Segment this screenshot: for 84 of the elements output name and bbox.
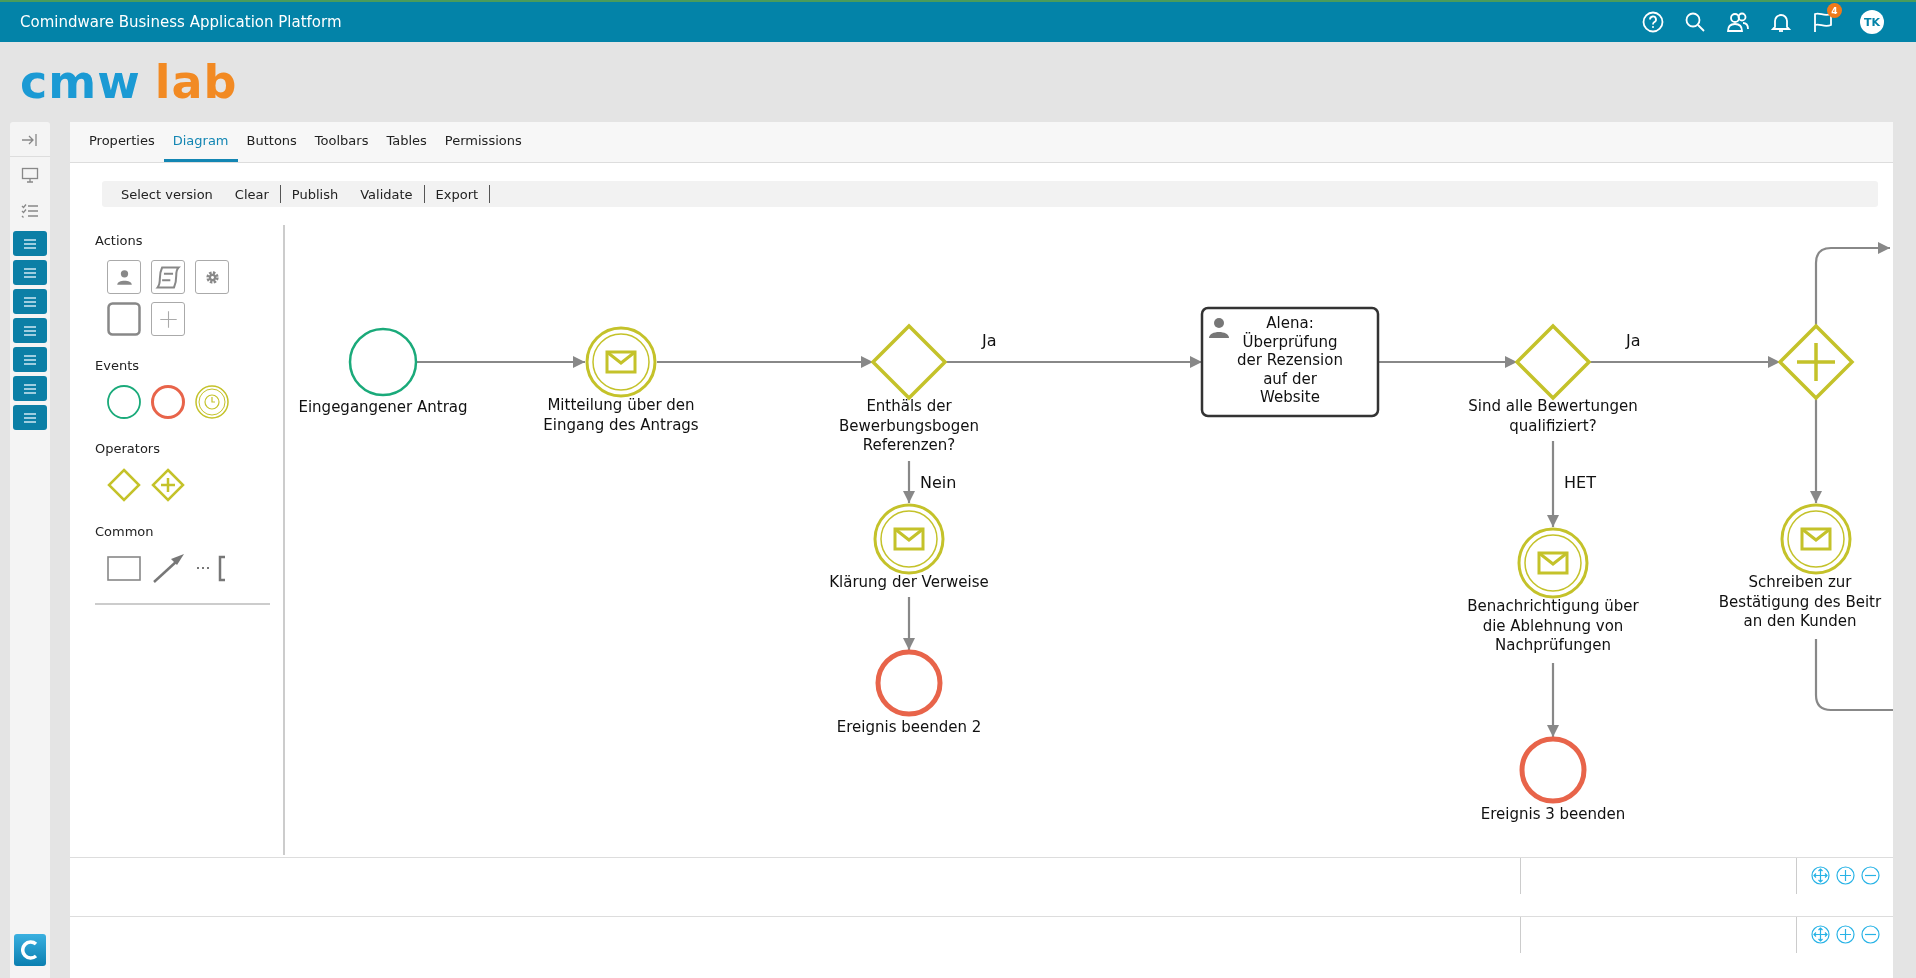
menu-icon — [23, 412, 37, 423]
flow-label: Ja — [982, 331, 997, 350]
start-event-circle[interactable] — [107, 385, 141, 419]
section-title: Common — [95, 524, 155, 539]
plus-button[interactable] — [151, 302, 185, 336]
gear-button[interactable] — [195, 260, 229, 294]
flow-arrow — [903, 597, 915, 650]
zoom-out-icon[interactable] — [1861, 925, 1880, 944]
node-label: Klärung der Verweise — [829, 573, 989, 591]
pan-icon[interactable] — [1811, 866, 1830, 885]
zoom-in-icon[interactable] — [1836, 925, 1855, 944]
message-event-icon — [1780, 503, 1852, 575]
bell-icon[interactable] — [1770, 11, 1792, 33]
menu-icon — [23, 238, 37, 249]
menu-button[interactable] — [13, 260, 47, 285]
section-title: Events — [95, 358, 140, 373]
end-event-circle — [1519, 736, 1587, 804]
logo-text: cmw — [20, 55, 141, 109]
users-icon[interactable] — [1726, 11, 1750, 33]
node-label: Benachrichtigung über die Ablehnung von Nachprüfungen — [1467, 597, 1639, 654]
tab[interactable]: Tables — [377, 122, 436, 162]
node-label: Ereignis 3 beenden — [1480, 805, 1626, 823]
flow-arrow — [903, 461, 915, 503]
flow-label: Nein — [920, 473, 957, 492]
tab[interactable]: Diagram — [163, 122, 238, 162]
task-shape-button[interactable] — [107, 302, 141, 336]
timer-event-icon[interactable] — [195, 385, 229, 419]
menu-icon — [23, 325, 37, 336]
message-event-icon — [1517, 527, 1589, 599]
search-icon[interactable] — [1684, 11, 1706, 33]
toolbar-button[interactable]: Export — [424, 185, 491, 203]
app-launcher-button[interactable] — [14, 934, 46, 966]
message-event-icon — [585, 326, 657, 398]
menu-icon — [23, 354, 37, 365]
node-label: Schreiben zur Bestätigung des Beitr an den Kunden — [1718, 573, 1882, 630]
node-label: Mitteilung über den Eingang des Antrags — [543, 396, 699, 434]
menu-icon — [23, 296, 37, 307]
toolbar-button[interactable]: Publish — [280, 185, 350, 203]
menu-icon — [23, 267, 37, 278]
collapse-icon[interactable] — [21, 132, 39, 148]
menu-button[interactable] — [13, 289, 47, 314]
c-logo-icon — [21, 940, 39, 960]
zoom-in-icon[interactable] — [1836, 866, 1855, 885]
flow-label: НЕТ — [1564, 473, 1596, 492]
toolbar-button[interactable]: Clear — [223, 185, 281, 203]
user-avatar[interactable]: TK — [1860, 10, 1884, 34]
node-label: Eingegangener Antrag — [298, 398, 468, 416]
node-label: Sind alle Bewertungen qualifiziert? — [1468, 397, 1638, 435]
flow-label: Ja — [1626, 331, 1641, 350]
section-title: Actions — [95, 233, 144, 248]
toolbar-button[interactable]: Select version — [110, 185, 224, 203]
tab[interactable]: Properties — [80, 122, 164, 162]
notification-badge: 4 — [1827, 3, 1842, 18]
menu-button[interactable] — [13, 347, 47, 372]
parallel-gateway-diamond[interactable] — [151, 468, 185, 502]
person-button[interactable] — [107, 260, 141, 294]
node-label: Ereignis beenden 2 — [836, 718, 982, 736]
checklist-icon[interactable] — [21, 203, 39, 219]
menu-button[interactable] — [13, 318, 47, 343]
menu-button[interactable] — [13, 231, 47, 256]
node-label: Enthäls der Bewerbungsbogen Referenzen? — [839, 397, 979, 454]
start-event-circle — [348, 327, 418, 397]
app-title: Comindware Business Application Platform — [20, 13, 343, 31]
person-icon — [1209, 318, 1229, 338]
gateway-diamond[interactable] — [107, 468, 141, 502]
end-event-circle[interactable] — [151, 385, 185, 419]
toolbar-button[interactable]: Validate — [349, 185, 425, 203]
monitor-icon[interactable] — [21, 167, 39, 183]
message-event-icon — [873, 503, 945, 575]
tab[interactable]: Toolbars — [305, 122, 378, 162]
end-event-circle — [875, 649, 943, 717]
task-label: Alena: Überprüfung der Rezension auf der Website — [1237, 314, 1343, 406]
pan-icon[interactable] — [1811, 925, 1830, 944]
arrow-shape-icon[interactable] — [151, 551, 185, 585]
zoom-out-icon[interactable] — [1861, 866, 1880, 885]
scroll-button[interactable] — [151, 260, 185, 294]
section-title: Operators — [95, 441, 161, 456]
logo-text: lab — [154, 55, 238, 109]
tab[interactable]: Buttons — [237, 122, 306, 162]
help-icon[interactable] — [1642, 11, 1664, 33]
menu-button[interactable] — [13, 405, 47, 430]
menu-button[interactable] — [13, 376, 47, 401]
tab[interactable]: Permissions — [435, 122, 531, 162]
menu-icon — [23, 383, 37, 394]
